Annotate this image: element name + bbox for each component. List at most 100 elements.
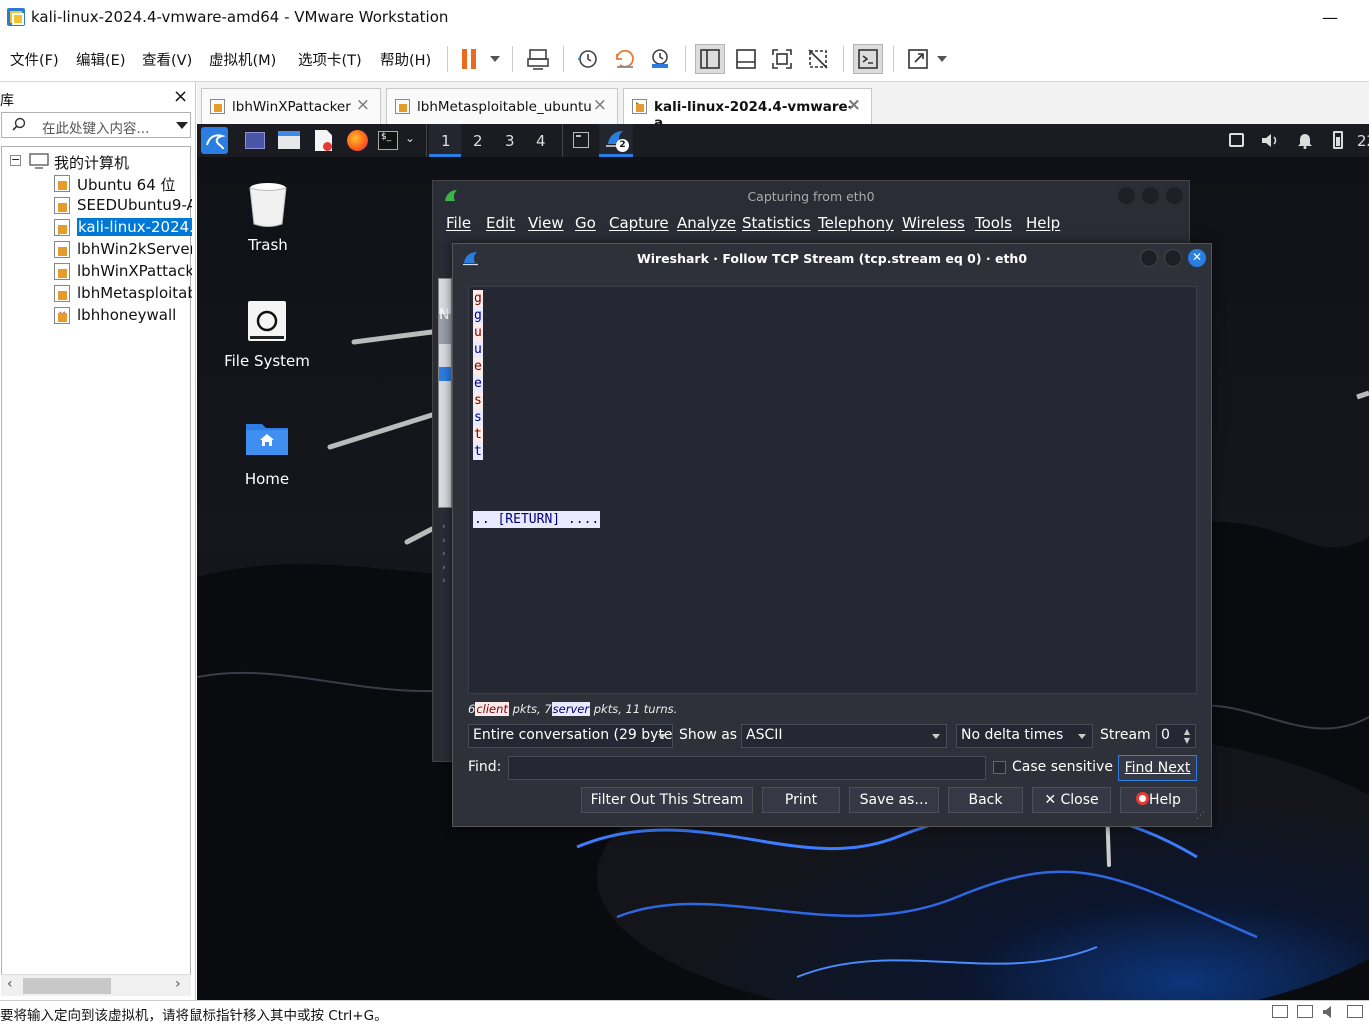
wireshark-task-button[interactable]: 2	[599, 124, 633, 157]
monitor-icon[interactable]	[1229, 133, 1244, 147]
window-close-icon[interactable]	[1166, 187, 1183, 204]
snapshot-manager-icon[interactable]	[646, 45, 674, 73]
menu-tabs[interactable]: 选项卡(T)	[298, 49, 362, 70]
minimize-button[interactable]: —	[1322, 8, 1338, 27]
console-icon[interactable]	[853, 44, 883, 74]
revert-snapshot-icon[interactable]	[611, 45, 639, 73]
library-horizontal-scrollbar[interactable]: ‹ ›	[1, 974, 191, 996]
library-view-icon[interactable]	[695, 44, 725, 74]
stream-content-area[interactable]: g g u u e e s s t t .. [RETURN] ....	[468, 286, 1197, 694]
tree-vm-ubuntu[interactable]: Ubuntu 64 位	[77, 174, 192, 195]
details-expand-arrows[interactable]: › › › › ›	[442, 521, 446, 589]
text-editor-icon[interactable]	[315, 130, 332, 151]
fullscreen-icon[interactable]	[904, 45, 932, 73]
menu-vm[interactable]: 虚拟机(M)	[209, 49, 276, 70]
find-next-button[interactable]: Find Next	[1118, 755, 1197, 781]
back-button[interactable]: Back	[948, 787, 1023, 813]
tree-vm-seedubuntu[interactable]: SEEDUbuntu9-A	[77, 196, 192, 214]
delta-times-select[interactable]: No delta times	[956, 724, 1093, 748]
display-status-icon[interactable]	[1347, 1005, 1363, 1018]
ws-menu-statistics[interactable]: Statistics	[742, 214, 811, 232]
menu-file[interactable]: 文件(F)	[10, 49, 59, 70]
resize-grip-icon[interactable]: ⋰	[1196, 811, 1205, 821]
column-header-no[interactable]: N	[439, 307, 449, 323]
save-as-button[interactable]: Save as…	[849, 787, 939, 813]
battery-icon[interactable]	[1333, 131, 1343, 149]
show-desktop-icon[interactable]	[245, 132, 265, 149]
workspace-2[interactable]: 2	[473, 132, 483, 150]
fit-guest-icon[interactable]	[768, 45, 796, 73]
workspace-3[interactable]: 3	[505, 132, 515, 150]
window-minimize-icon[interactable]	[1118, 187, 1135, 204]
file-manager-icon[interactable]	[278, 131, 300, 149]
notification-bell-icon[interactable]	[1297, 132, 1313, 149]
tree-vm-kali-selected[interactable]: kali-linux-2024.4	[77, 218, 192, 236]
tree-vm-honeywall[interactable]: lbhhoneywall	[77, 306, 192, 324]
find-input[interactable]	[508, 756, 986, 780]
show-as-select[interactable]: ASCII	[741, 724, 947, 748]
clock-partial[interactable]: 22	[1357, 132, 1369, 150]
tab-close-icon[interactable]: ×	[356, 95, 370, 115]
library-close-button[interactable]: ×	[173, 86, 188, 107]
ws-menu-capture[interactable]: Capture	[609, 214, 669, 232]
tree-vm-win2kserver[interactable]: lbhWin2kServer	[77, 240, 192, 258]
chevron-down-icon[interactable]	[176, 122, 188, 129]
ws-menu-file[interactable]: File	[446, 214, 471, 232]
unity-icon[interactable]	[804, 45, 832, 73]
tab-close-icon[interactable]: ×	[847, 95, 861, 115]
chevron-down-icon[interactable]: ⌄	[405, 131, 415, 145]
dialog-close-icon[interactable]: ✕	[1188, 249, 1206, 267]
snapshot-icon[interactable]	[574, 45, 602, 73]
case-sensitive-label[interactable]: Case sensitive	[1012, 759, 1113, 775]
hdd-status-icon[interactable]	[1272, 1005, 1288, 1018]
scroll-right-icon[interactable]: ›	[175, 976, 181, 992]
scrollbar-thumb[interactable]	[23, 978, 111, 994]
dialog-maximize-icon[interactable]	[1164, 249, 1182, 267]
tree-root-my-computer[interactable]: 我的计算机	[54, 152, 129, 173]
ws-menu-help[interactable]: Help	[1026, 214, 1060, 232]
tab-lbhwinxpattacker[interactable]: lbhWinXPattacker ×	[201, 88, 381, 124]
print-button[interactable]: Print	[762, 787, 840, 813]
workspace-1[interactable]: 1	[441, 132, 451, 150]
tree-vm-winxpattack[interactable]: lbhWinXPattack	[77, 262, 192, 280]
desktop-trash[interactable]: Trash	[233, 182, 303, 262]
dialog-minimize-icon[interactable]	[1140, 249, 1158, 267]
spinbox-arrows-icon[interactable]: ▲ ▼	[1184, 727, 1190, 745]
pause-icon[interactable]	[455, 45, 483, 73]
collapse-icon[interactable]: −	[10, 154, 21, 166]
tab-kali-linux[interactable]: kali-linux-2024.4-vmware-a... ×	[623, 88, 872, 131]
tree-vm-metasploitable[interactable]: lbhMetasploitab	[77, 284, 192, 302]
pause-dropdown-icon[interactable]	[490, 56, 500, 62]
ws-menu-telephony[interactable]: Telephony	[818, 214, 894, 232]
library-search-input[interactable]: 在此处键入内容...	[1, 112, 191, 138]
fullscreen-dropdown-icon[interactable]	[937, 56, 947, 62]
ws-menu-go[interactable]: Go	[575, 214, 596, 232]
window-task-icon[interactable]	[573, 132, 589, 148]
sound-status-icon[interactable]	[1322, 1005, 1338, 1019]
menu-help[interactable]: 帮助(H)	[380, 49, 431, 70]
thumbnail-bar-icon[interactable]	[732, 45, 760, 73]
ws-menu-edit[interactable]: Edit	[486, 214, 515, 232]
tab-lbhmetasploitable-ubuntu[interactable]: lbhMetasploitable_ubuntu ×	[386, 88, 618, 124]
filter-out-stream-button[interactable]: Filter Out This Stream	[581, 787, 753, 813]
window-maximize-icon[interactable]	[1142, 187, 1159, 204]
ws-menu-analyze[interactable]: Analyze	[677, 214, 736, 232]
conversation-select[interactable]: Entire conversation (29 bytes)	[468, 724, 673, 748]
volume-icon[interactable]	[1261, 132, 1279, 149]
ws-menu-wireless[interactable]: Wireless	[902, 214, 965, 232]
menu-edit[interactable]: 编辑(E)	[76, 49, 125, 70]
stream-number-spinbox[interactable]: 0 ▲ ▼	[1156, 724, 1196, 748]
workspace-4[interactable]: 4	[536, 132, 546, 150]
terminal-icon[interactable]: $_	[378, 131, 398, 150]
case-sensitive-checkbox[interactable]	[993, 761, 1006, 774]
network-status-icon[interactable]	[1297, 1005, 1313, 1018]
desktop-file-system[interactable]: File System	[217, 300, 317, 380]
menu-view[interactable]: 查看(V)	[142, 49, 192, 70]
help-button[interactable]: Help	[1120, 787, 1197, 813]
desktop-home[interactable]: Home	[232, 420, 302, 500]
send-ctrl-alt-del-icon[interactable]	[524, 45, 552, 73]
kali-menu-icon[interactable]	[201, 127, 228, 154]
ws-menu-view[interactable]: View	[528, 214, 564, 232]
firefox-icon[interactable]	[347, 130, 368, 151]
ws-menu-tools[interactable]: Tools	[975, 214, 1012, 232]
